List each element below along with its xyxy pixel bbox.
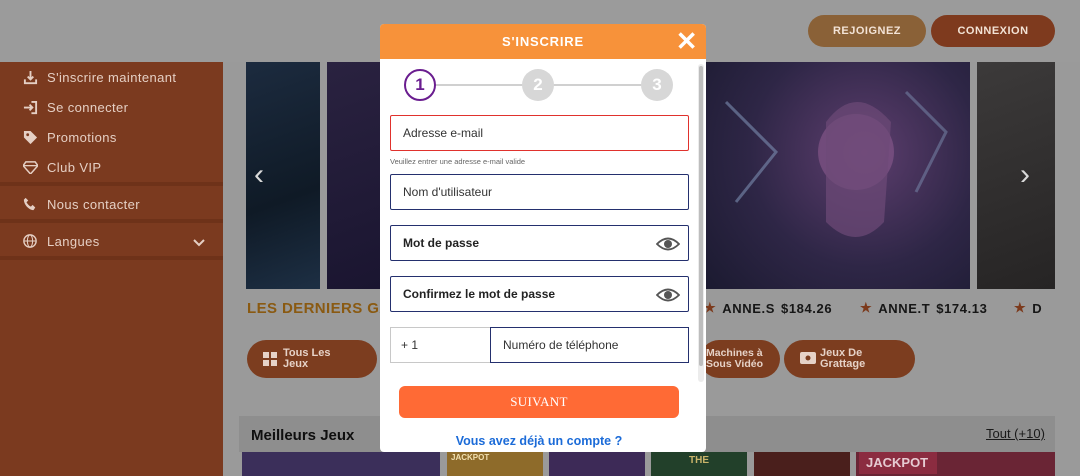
sidebar-divider [0, 219, 223, 223]
sidebar-item-contact[interactable]: Nous contacter [0, 189, 223, 219]
sidebar-divider [0, 256, 223, 260]
email-error-text: Veuillez entrer une adresse e-mail valid… [390, 157, 526, 166]
ticker-name: D [1032, 300, 1043, 316]
latest-wins-title: LES DERNIERS GA [247, 300, 391, 317]
register-icon [22, 69, 38, 85]
phone-icon [22, 196, 38, 212]
confirm-password-field[interactable] [390, 276, 689, 312]
phone-field[interactable] [490, 327, 689, 363]
carousel-prev-icon[interactable]: ‹ [254, 158, 264, 192]
sidebar-item-label: Promotions [47, 129, 117, 145]
sidebar-item-languages[interactable]: Langues [0, 226, 223, 256]
ticker-entry: ★ ANNE.S $184.26 [704, 300, 832, 316]
ticket-icon [800, 352, 816, 366]
password-input[interactable] [391, 226, 688, 260]
sidebar-item-promotions[interactable]: Promotions [0, 122, 223, 152]
step-2: 2 [522, 69, 554, 101]
carousel-slide[interactable] [327, 62, 380, 289]
username-input[interactable] [391, 175, 688, 209]
ticker-name: ANNE.S [722, 300, 775, 316]
globe-icon [22, 233, 38, 249]
sidebar-item-register[interactable]: S'inscrire maintenant [0, 62, 223, 92]
thumb-label: JACKPOT [451, 453, 490, 462]
modal-title: S'INSCRIRE [502, 34, 584, 49]
category-all-games[interactable]: Tous Les Jeux [247, 340, 377, 378]
password-field[interactable] [390, 225, 689, 261]
sidebar-divider [0, 182, 223, 186]
scrollbar-thumb[interactable] [699, 66, 703, 366]
email-field[interactable] [390, 115, 689, 151]
game-thumbnail[interactable]: JACKPOT [447, 452, 543, 476]
sidebar-item-label: S'inscrire maintenant [47, 69, 177, 85]
sidebar-item-label: Langues [47, 233, 100, 249]
ticker-amount: $174.13 [936, 300, 988, 316]
username-field[interactable] [390, 174, 689, 210]
login-button[interactable]: CONNEXION [931, 15, 1055, 47]
game-thumbnail[interactable]: THE [651, 452, 747, 476]
sidebar-item-label: Se connecter [47, 99, 129, 115]
category-label: Tous Les Jeux [283, 347, 331, 370]
ticker-entry: ★ ANNE.T $174.13 [860, 300, 987, 316]
game-thumbnail[interactable] [754, 452, 850, 476]
sidebar: S'inscrire maintenant Se connecter Promo… [0, 62, 223, 476]
email-input[interactable] [391, 116, 688, 150]
game-thumbnail[interactable] [242, 452, 440, 476]
sidebar-item-login[interactable]: Se connecter [0, 92, 223, 122]
login-icon [22, 99, 38, 115]
join-button[interactable]: REJOIGNEZ [808, 15, 926, 47]
thumb-label: THE [689, 455, 709, 466]
confirm-password-input[interactable] [391, 277, 688, 311]
sidebar-item-label: Club VIP [47, 159, 102, 175]
sidebar-item-vip[interactable]: Club VIP [0, 152, 223, 182]
star-icon: ★ [860, 300, 873, 315]
jackpot-badge: JACKPOT [859, 452, 937, 474]
ticker-amount: $184.26 [780, 300, 833, 316]
carousel-next-icon[interactable]: › [1020, 158, 1030, 192]
have-account-link[interactable]: Vous avez déjà un compte ? [380, 434, 698, 448]
next-button[interactable]: SUIVANT [399, 386, 679, 418]
phone-country-code[interactable]: + 1 [390, 327, 491, 363]
modal-header: S'INSCRIRE ✕ [380, 24, 706, 59]
phone-input[interactable] [491, 328, 688, 362]
step-indicator: 1 2 3 [404, 69, 676, 101]
category-scratch-games[interactable]: Jeux De Grattage [784, 340, 915, 378]
carousel-slide[interactable] [706, 62, 970, 289]
category-video-slots[interactable]: Machines à Sous Vidéo [700, 340, 780, 378]
chevron-down-icon [193, 235, 205, 250]
modal-scrollbar[interactable] [698, 64, 704, 382]
grid-icon [263, 352, 277, 366]
ticker-name: ANNE.T [878, 300, 931, 316]
step-3: 3 [641, 69, 673, 101]
ticker-entry: ★ D [1014, 300, 1042, 316]
step-1: 1 [404, 69, 436, 101]
game-thumbnail[interactable] [549, 452, 645, 476]
carousel-slide[interactable] [977, 62, 1055, 289]
eye-icon[interactable] [655, 235, 681, 253]
close-icon[interactable]: ✕ [674, 27, 700, 55]
best-games-all-link[interactable]: Tout (+10) [986, 426, 1045, 441]
category-label: Jeux De Grattage [820, 347, 866, 370]
tag-icon [22, 129, 38, 145]
sidebar-item-label: Nous contacter [47, 196, 141, 212]
star-icon: ★ [1014, 300, 1027, 315]
game-art-image [724, 90, 948, 237]
signup-modal: S'INSCRIRE ✕ 1 2 3 Veuillez entrer une a… [380, 24, 706, 452]
eye-icon[interactable] [655, 286, 681, 304]
best-games-title: Meilleurs Jeux [251, 427, 355, 444]
category-label: Machines à Sous Vidéo [706, 347, 763, 370]
diamond-icon [22, 159, 38, 175]
